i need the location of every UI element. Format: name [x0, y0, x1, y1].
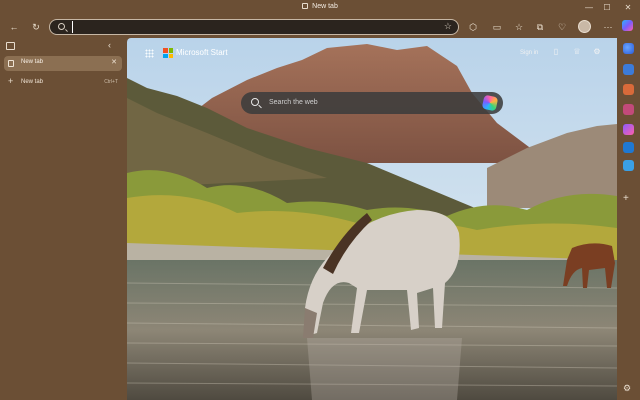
app-launcher-icon[interactable] — [145, 49, 154, 58]
copilot-icon[interactable] — [481, 94, 499, 112]
close-tab-icon[interactable]: ✕ — [111, 58, 117, 66]
maximize-button[interactable]: ☐ — [598, 2, 616, 14]
favorites-icon[interactable]: ☆ — [512, 20, 526, 34]
refresh-button[interactable]: ↻ — [29, 20, 43, 34]
microsoft-logo-icon — [163, 48, 173, 58]
right-sidebar-rail: + ⚙ — [617, 38, 640, 400]
new-tab-button[interactable]: + New tab Ctrl+T — [4, 76, 122, 89]
search-icon — [251, 98, 259, 106]
window-title-text: New tab — [312, 3, 338, 10]
split-screen-icon[interactable]: ▭ — [490, 20, 504, 34]
tab-label: New tab — [21, 59, 44, 65]
profile-avatar[interactable] — [578, 20, 591, 33]
address-input[interactable] — [72, 21, 442, 33]
brand-label[interactable]: Microsoft Start — [176, 48, 228, 57]
web-search-box[interactable]: Search the web — [241, 92, 503, 114]
sign-in-button[interactable]: Sign in — [520, 50, 538, 56]
address-bar[interactable]: ☆ — [49, 19, 459, 35]
vertical-tabs-sidebar: ‹ New tab ✕ + New tab Ctrl+T — [0, 38, 127, 400]
close-window-button[interactable]: ✕ — [619, 2, 637, 14]
games-rail-icon[interactable] — [623, 104, 634, 115]
window-title: New tab — [0, 3, 640, 10]
search-rail-icon[interactable] — [623, 43, 634, 54]
new-tab-page: Microsoft Start Sign in ▯ ♕ ⚙ Search the… — [127, 38, 617, 400]
tab-icon — [302, 3, 309, 9]
phone-icon[interactable]: ▯ — [551, 47, 561, 57]
tools-rail-icon[interactable] — [623, 84, 634, 95]
copilot-icon[interactable] — [622, 20, 633, 31]
new-tab-label: New tab — [21, 79, 44, 85]
copilot-rail-icon[interactable] — [623, 124, 634, 135]
plus-icon: + — [8, 76, 14, 86]
rewards-icon[interactable]: ♕ — [572, 47, 582, 57]
outlook-rail-icon[interactable] — [623, 142, 634, 153]
send-rail-icon[interactable] — [623, 160, 634, 171]
settings-icon[interactable]: ⚙ — [592, 47, 602, 57]
tab-actions-icon[interactable] — [6, 42, 15, 50]
new-tab-shortcut: Ctrl+T — [104, 79, 118, 85]
search-icon — [58, 23, 65, 30]
favorite-star-icon[interactable]: ☆ — [444, 21, 452, 32]
tab-new-tab[interactable]: New tab ✕ — [4, 56, 122, 71]
title-bar: New tab — ☐ ✕ — [0, 0, 640, 16]
toolbar: ← ↻ ☆ ⬡ ▭ ☆ ⧉ ♡ ⋯ — [0, 16, 640, 38]
tab-page-icon — [8, 60, 14, 67]
rail-settings-icon[interactable]: ⚙ — [623, 383, 631, 394]
browser-essentials-icon[interactable]: ♡ — [555, 20, 569, 34]
collapse-pane-icon[interactable]: ‹ — [108, 40, 111, 50]
search-placeholder: Search the web — [269, 99, 318, 106]
more-icon[interactable]: ⋯ — [601, 20, 615, 34]
collections-icon[interactable]: ⧉ — [533, 20, 547, 34]
add-rail-icon[interactable]: + — [623, 193, 629, 204]
back-button[interactable]: ← — [7, 20, 21, 34]
minimize-button[interactable]: — — [580, 2, 598, 14]
extensions-icon[interactable]: ⬡ — [466, 20, 480, 34]
newtab-header: Microsoft Start Sign in ▯ ♕ ⚙ — [127, 38, 617, 68]
shopping-rail-icon[interactable] — [623, 64, 634, 75]
